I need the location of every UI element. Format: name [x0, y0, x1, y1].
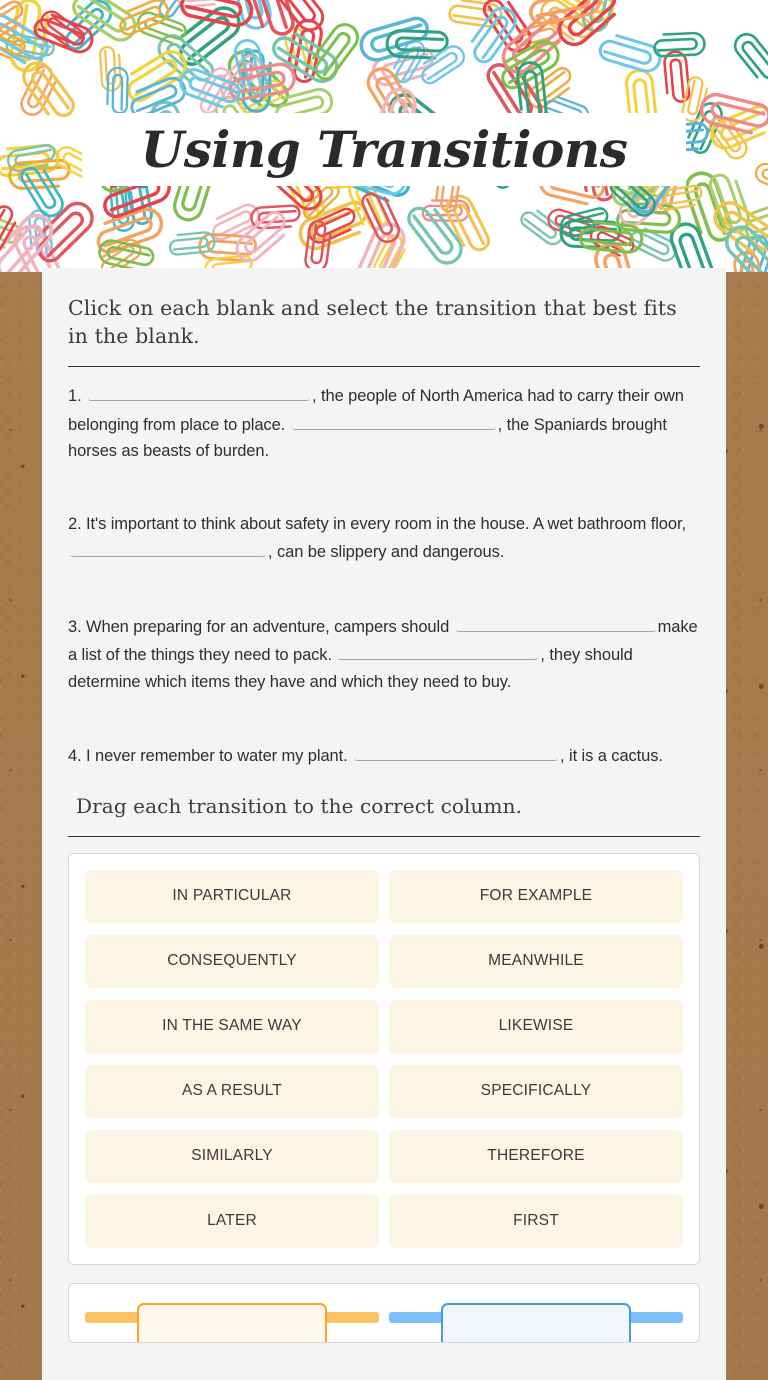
blank-input-q3-2[interactable] — [455, 612, 656, 632]
question-text: , can be slippery and dangerous. — [268, 543, 505, 561]
transition-tile[interactable]: IN THE SAME WAY — [85, 999, 379, 1053]
question-4: 4. I never remember to water my plant. ,… — [68, 741, 700, 770]
question-number: 4. — [68, 747, 87, 765]
blank-input-q3-4[interactable] — [338, 640, 539, 660]
dropzone-column-right[interactable] — [389, 1298, 683, 1342]
dropzone-column-left[interactable] — [85, 1298, 379, 1342]
drag-instruction-divider — [68, 835, 700, 837]
question-text: , it is a cactus. — [560, 747, 663, 765]
drag-instruction: Drag each transition to the correct colu… — [76, 793, 523, 818]
dropzone-box-right[interactable] — [441, 1302, 631, 1342]
worksheet-content-card: Click on each blank and select the trans… — [42, 268, 726, 1380]
fill-in-question-list: 1. , the people of North America had to … — [68, 367, 700, 770]
question-number: 2. — [68, 514, 87, 533]
transition-tile[interactable]: FIRST — [389, 1194, 683, 1248]
worksheet-header: Using Transitions — [0, 0, 768, 272]
transition-tiles-panel: IN PARTICULAR FOR EXAMPLE CONSEQUENTLY MEAN… — [68, 852, 700, 1265]
transition-tile[interactable]: SPECIFICALLY — [389, 1064, 683, 1118]
transition-tile[interactable]: THEREFORE — [389, 1129, 683, 1183]
question-3: 3. When preparing for an adventure, camp… — [68, 612, 700, 696]
transition-tile[interactable]: AS A RESULT — [85, 1064, 379, 1118]
question-text: When preparing for an adventure, campers… — [86, 617, 454, 636]
transition-tile[interactable]: MEANWHILE — [389, 934, 683, 988]
blank-input-q1-3[interactable] — [291, 410, 496, 430]
question-1: 1. , the people of North America had to … — [68, 381, 700, 465]
blank-input-q2-2[interactable] — [70, 537, 266, 557]
blank-input-q4-2[interactable] — [354, 741, 559, 761]
dropzone-box-left[interactable] — [137, 1302, 327, 1342]
transition-tile[interactable]: IN PARTICULAR — [85, 869, 379, 923]
transition-tile[interactable]: LATER — [85, 1194, 379, 1248]
dropzone-columns-panel — [68, 1282, 700, 1343]
transition-tile[interactable]: SIMILARLY — [85, 1129, 379, 1183]
question-text: I never remember to water my plant. — [86, 747, 353, 765]
page-title: Using Transitions — [140, 119, 628, 179]
transition-tile[interactable]: LIKEWISE — [389, 999, 683, 1053]
question-number: 3. — [68, 617, 87, 636]
transition-tile[interactable]: CONSEQUENTLY — [85, 934, 379, 988]
question-number: 1. — [68, 387, 87, 405]
transition-tile[interactable]: FOR EXAMPLE — [389, 869, 683, 923]
blank-input-q1-1[interactable] — [88, 381, 311, 401]
question-text: It's important to think about safety in … — [86, 514, 686, 533]
question-2: 2. It's important to think about safety … — [68, 511, 700, 566]
fill-in-instruction: Click on each blank and select the trans… — [68, 296, 677, 348]
